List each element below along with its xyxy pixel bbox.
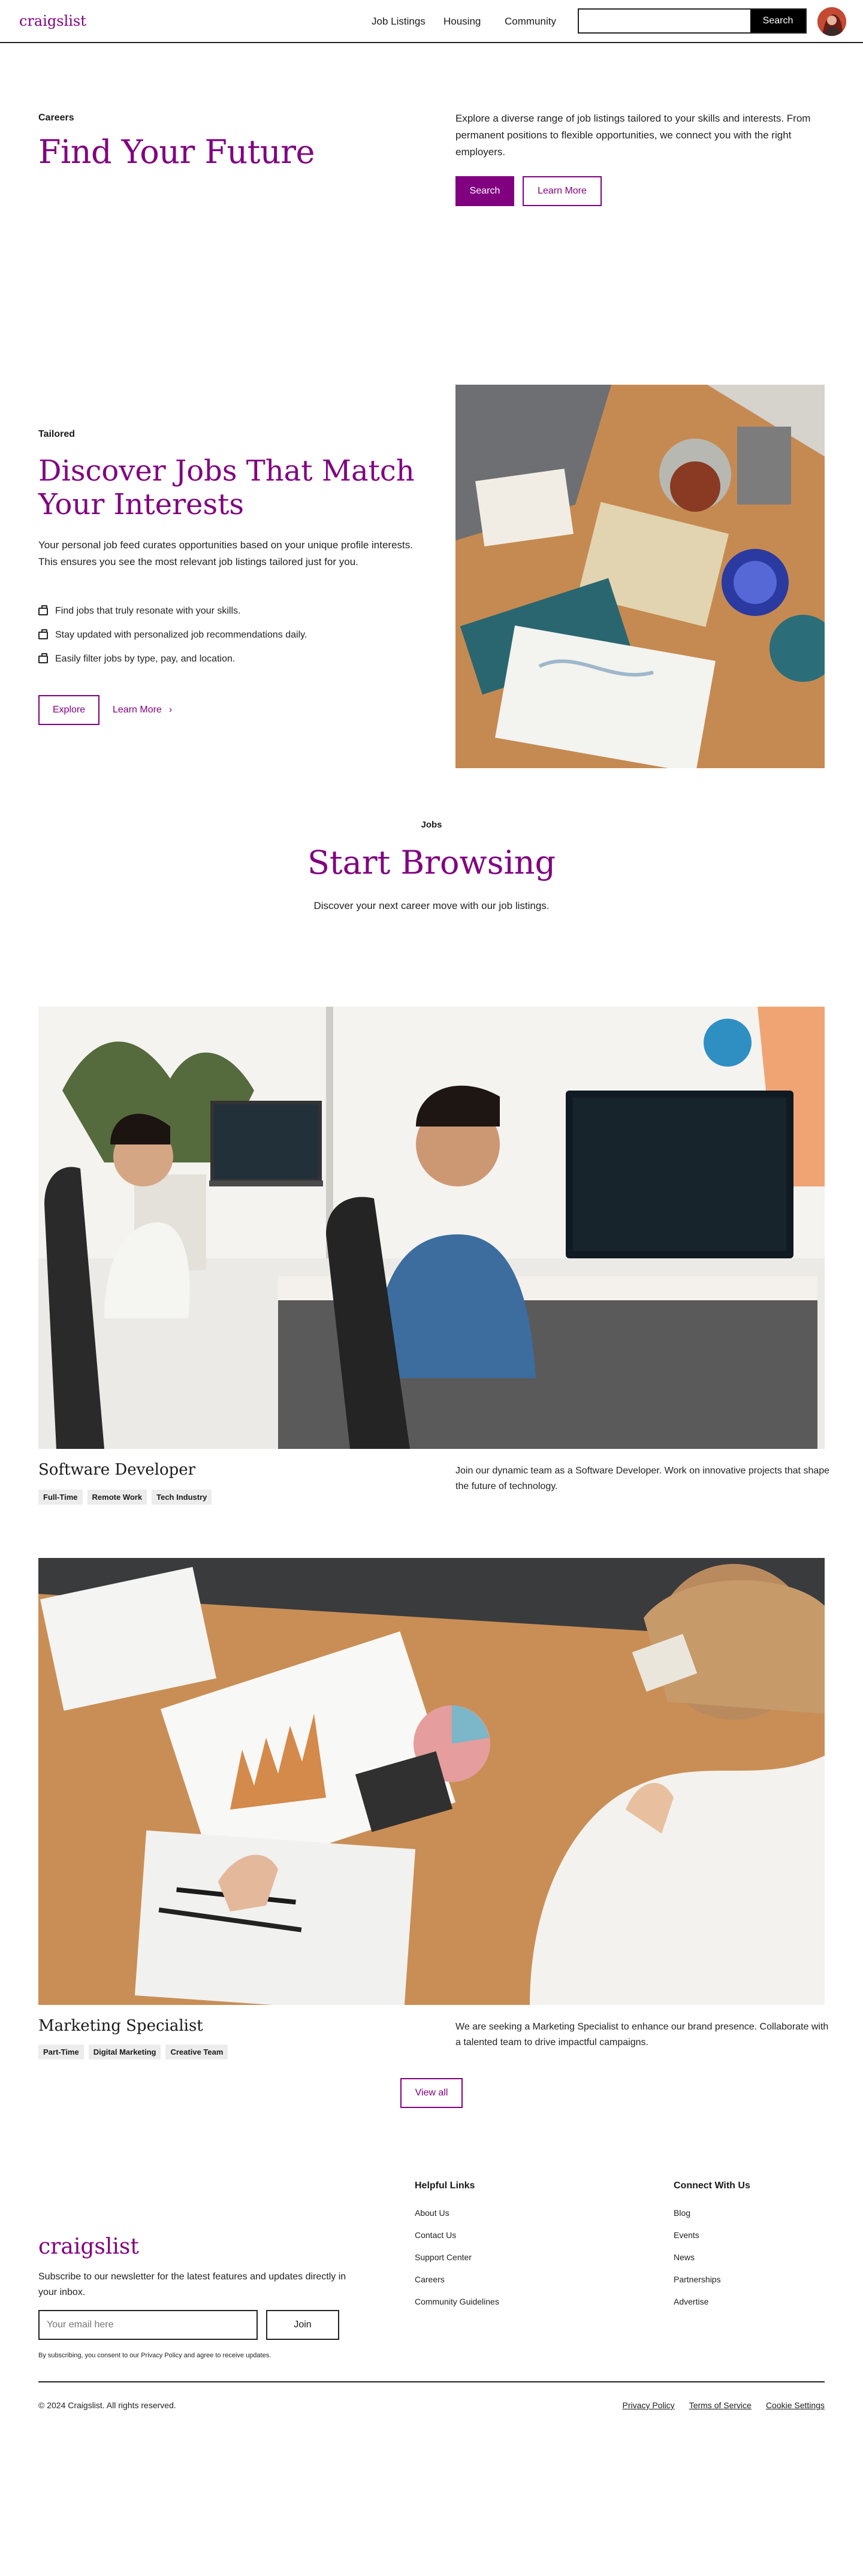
footer-logo[interactable]: craigslist xyxy=(38,2234,139,2259)
avatar-image xyxy=(817,7,846,36)
job-image-marketing xyxy=(38,1558,825,2005)
hero-section: Careers Find Your Future Explore a diver… xyxy=(0,43,863,300)
job-tag: Full-Time xyxy=(38,1490,83,1505)
list-item: Stay updated with personalized job recom… xyxy=(38,623,307,647)
hero-description: Explore a diverse range of job listings … xyxy=(455,113,811,158)
feature-title: Discover Jobs That Match Your Interests xyxy=(38,454,415,521)
job-image-software xyxy=(38,1007,825,1449)
top-nav: craigslist Job Listings Housing Communit… xyxy=(0,0,863,43)
workspace-image xyxy=(455,385,825,768)
list-item-text: Find jobs that truly resonate with your … xyxy=(55,606,241,616)
footer-link-contact[interactable]: Contact Us xyxy=(415,2230,499,2252)
hero-search-button[interactable]: Search xyxy=(455,176,514,206)
job-tag: Digital Marketing xyxy=(88,2045,161,2059)
footer-link-events[interactable]: Events xyxy=(674,2230,750,2252)
nav-link-housing[interactable]: Housing xyxy=(443,16,491,28)
learn-more-link[interactable]: Learn More › xyxy=(113,705,172,715)
chevron-right-icon: › xyxy=(168,705,173,715)
nav-link-community[interactable]: Community xyxy=(505,16,565,28)
job-tags: Part-Time Digital Marketing Creative Tea… xyxy=(38,2045,228,2059)
browse-eyebrow: Jobs xyxy=(421,820,442,830)
footer-link-about[interactable]: About Us xyxy=(415,2208,499,2230)
job-tag: Remote Work xyxy=(87,1490,147,1505)
explore-button[interactable]: Explore xyxy=(38,695,99,725)
browse-subtitle: Discover your next career move with our … xyxy=(313,900,550,911)
privacy-policy-link[interactable]: Privacy Policy xyxy=(623,2400,675,2410)
copyright: © 2024 Craigslist. All rights reserved. xyxy=(38,2400,176,2410)
feature-checklist: Find jobs that truly resonate with your … xyxy=(38,599,307,671)
feature-section: Tailored Discover Jobs That Match Your I… xyxy=(0,300,863,768)
nav-link-job-listings[interactable]: Job Listings xyxy=(372,16,432,28)
feature-description: Your personal job feed curates opportuni… xyxy=(38,539,413,567)
legal-links: Privacy Policy Terms of Service Cookie S… xyxy=(623,2400,825,2410)
job-card[interactable]: Software Developer Full-Time Remote Work… xyxy=(0,1007,863,1558)
job-tag: Creative Team xyxy=(165,2045,228,2059)
logo[interactable]: craigslist xyxy=(19,13,86,29)
list-item-text: Easily filter jobs by type, pay, and loc… xyxy=(55,654,236,664)
job-description: Join our dynamic team as a Software Deve… xyxy=(455,1466,830,1491)
briefcase-icon xyxy=(38,605,48,615)
join-button[interactable]: Join xyxy=(266,2310,339,2340)
email-field[interactable] xyxy=(38,2310,258,2340)
browse-title: Start Browsing xyxy=(307,844,556,881)
job-tag: Part-Time xyxy=(38,2045,84,2059)
briefcase-icon xyxy=(38,629,48,639)
footer-link-blog[interactable]: Blog xyxy=(674,2208,750,2230)
job-tags: Full-Time Remote Work Tech Industry xyxy=(38,1490,212,1505)
footer-link-support[interactable]: Support Center xyxy=(415,2252,499,2275)
nav-search: Search xyxy=(578,8,807,34)
avatar[interactable] xyxy=(817,7,846,36)
footer-link-guidelines[interactable]: Community Guidelines xyxy=(415,2297,499,2319)
hero-learn-more-button[interactable]: Learn More xyxy=(523,176,602,206)
cookie-settings-link[interactable]: Cookie Settings xyxy=(766,2400,825,2410)
footer-link-advertise[interactable]: Advertise xyxy=(674,2297,750,2319)
helpful-links-column: Helpful Links About Us Contact Us Suppor… xyxy=(415,2181,499,2319)
job-description: We are seeking a Marketing Specialist to… xyxy=(455,2022,829,2047)
search-button[interactable]: Search xyxy=(750,10,805,32)
browse-section: Jobs Start Browsing Discover your next c… xyxy=(0,767,863,1007)
consent-text: By subscribing, you consent to our Priva… xyxy=(38,2352,271,2359)
footer-link-partnerships[interactable]: Partnerships xyxy=(674,2275,750,2297)
newsletter-text: Subscribe to our newsletter for the late… xyxy=(38,2272,346,2297)
briefcase-icon xyxy=(38,653,48,663)
feature-eyebrow: Tailored xyxy=(38,429,76,439)
view-all-button[interactable]: View all xyxy=(400,2078,463,2108)
list-item-text: Stay updated with personalized job recom… xyxy=(55,630,307,640)
footer-divider xyxy=(38,2381,825,2382)
search-input[interactable] xyxy=(579,10,750,32)
footer-link-news[interactable]: News xyxy=(674,2252,750,2275)
job-card[interactable]: Marketing Specialist Part-Time Digital M… xyxy=(0,1558,863,2078)
hero-eyebrow: Careers xyxy=(38,113,74,123)
view-all-section: View all xyxy=(0,2078,863,2181)
list-item: Easily filter jobs by type, pay, and loc… xyxy=(38,647,307,671)
job-title[interactable]: Software Developer xyxy=(38,1461,195,1479)
job-tag: Tech Industry xyxy=(152,1490,212,1505)
connect-column: Connect With Us Blog Events News Partner… xyxy=(674,2181,750,2319)
footer: craigslist Subscribe to our newsletter f… xyxy=(0,2181,863,2516)
helpful-links-title: Helpful Links xyxy=(415,2181,475,2191)
terms-link[interactable]: Terms of Service xyxy=(689,2400,752,2410)
job-title[interactable]: Marketing Specialist xyxy=(38,2017,203,2035)
footer-link-careers[interactable]: Careers xyxy=(415,2275,499,2297)
connect-title: Connect With Us xyxy=(674,2181,750,2191)
learn-more-label: Learn More xyxy=(113,705,162,715)
list-item: Find jobs that truly resonate with your … xyxy=(38,599,307,623)
hero-title: Find Your Future xyxy=(38,133,315,171)
